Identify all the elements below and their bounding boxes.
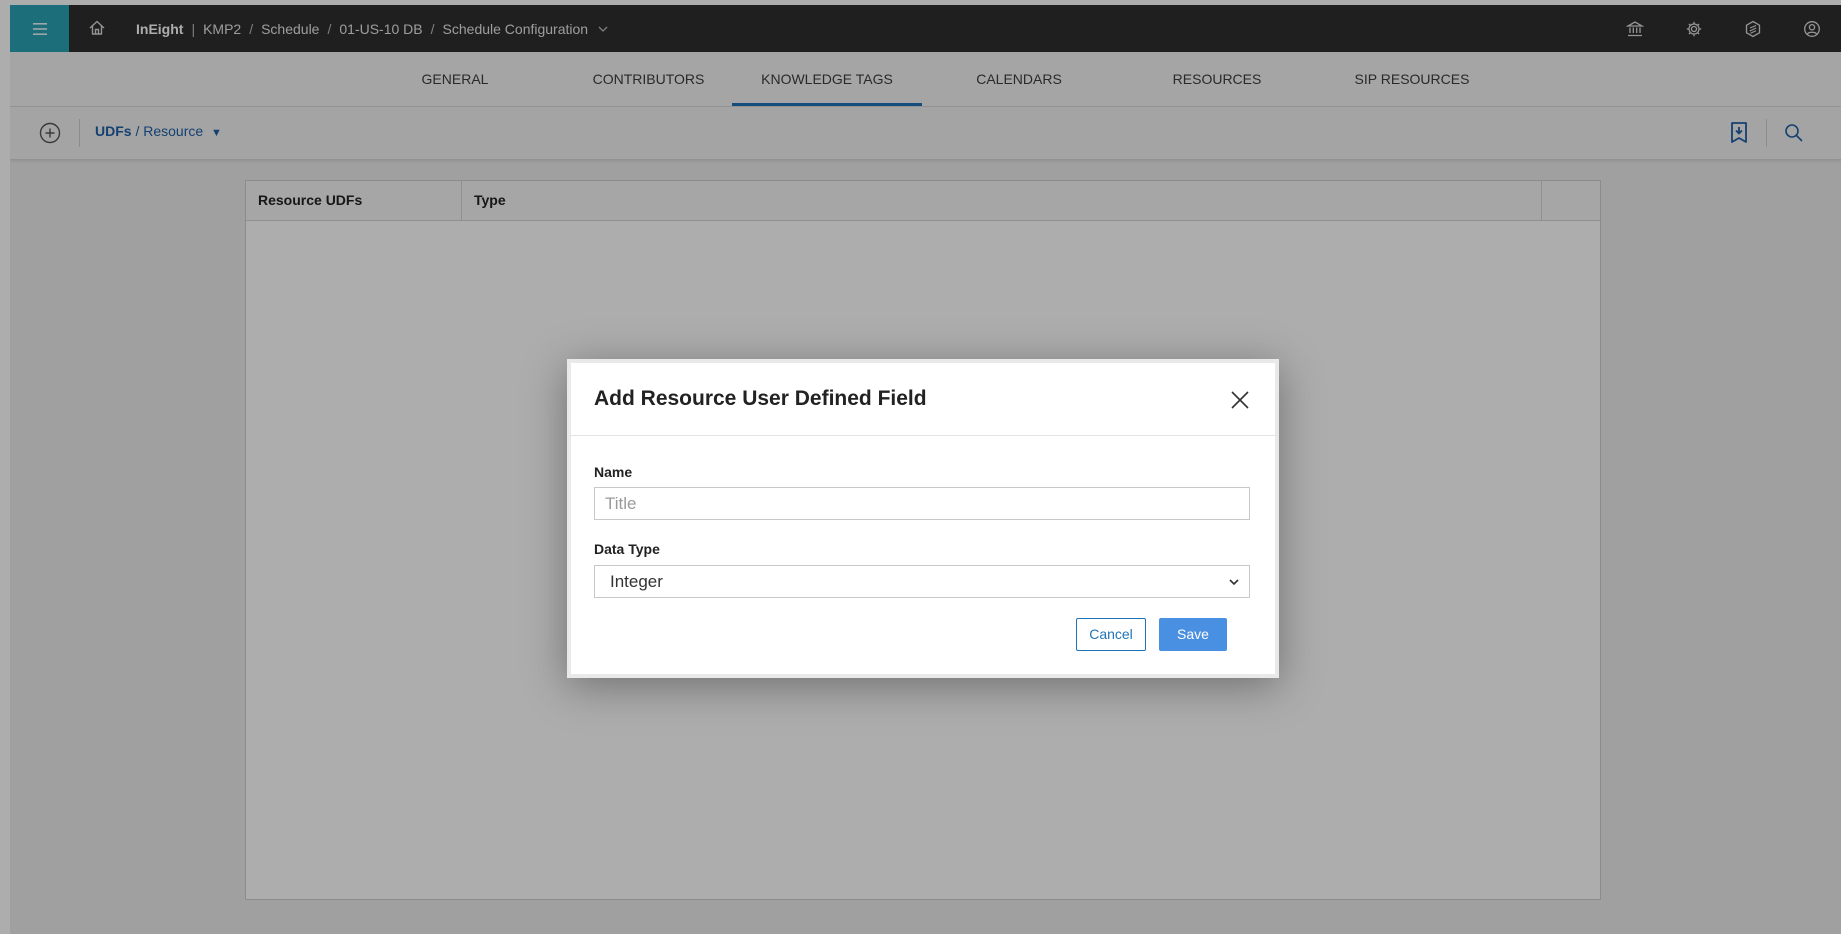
name-label: Name xyxy=(594,464,633,480)
data-type-select[interactable]: Integer xyxy=(594,565,1250,598)
cancel-button[interactable]: Cancel xyxy=(1076,618,1146,651)
data-type-label: Data Type xyxy=(594,541,660,557)
data-type-value: Integer xyxy=(610,572,663,591)
add-resource-udf-dialog: Add Resource User Defined Field Name Dat… xyxy=(567,359,1279,678)
name-input[interactable] xyxy=(594,487,1250,520)
dialog-divider xyxy=(571,435,1275,436)
dialog-title: Add Resource User Defined Field xyxy=(594,387,927,410)
close-icon[interactable] xyxy=(1229,389,1251,411)
save-button[interactable]: Save xyxy=(1159,618,1227,651)
chevron-down-icon xyxy=(1229,579,1239,586)
